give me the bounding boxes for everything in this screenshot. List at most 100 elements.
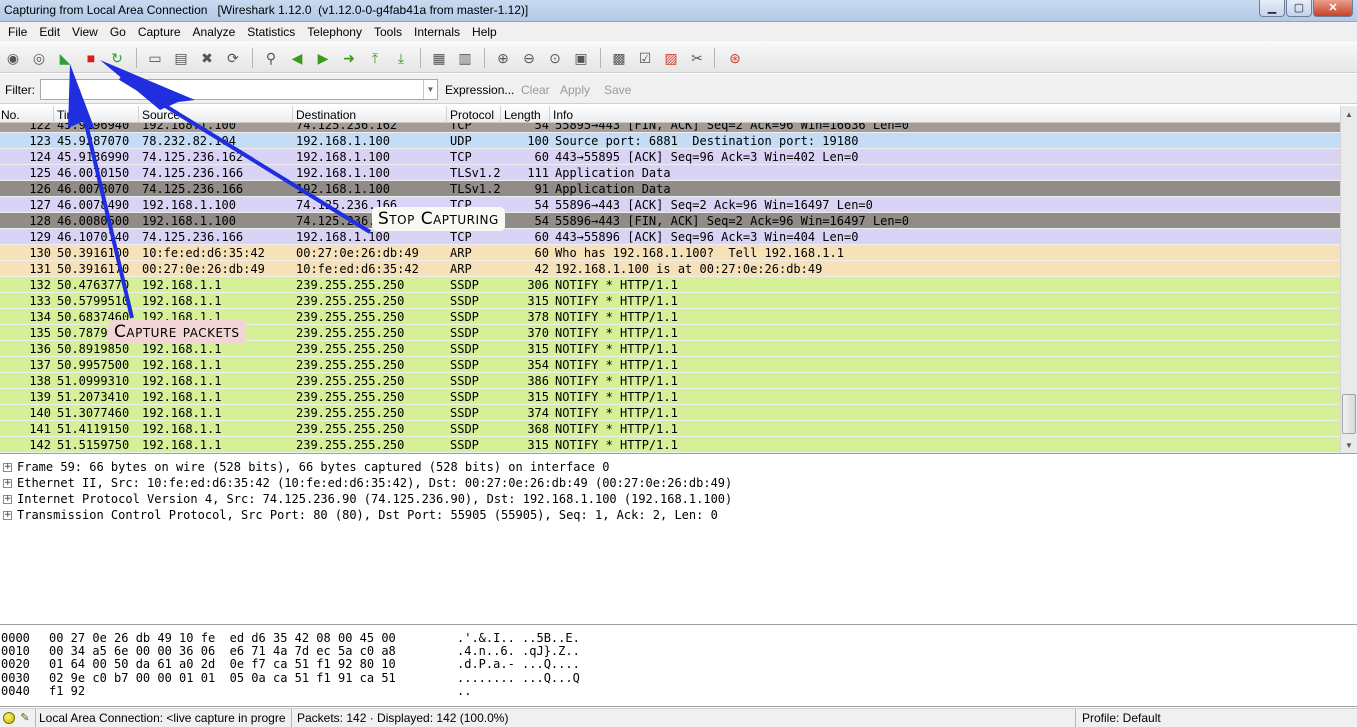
packet-list-scrollbar[interactable]: ▲ ▼ (1340, 106, 1357, 453)
apply-button[interactable]: Apply (560, 83, 590, 97)
packet-row[interactable]: 142 51.5159750 192.168.1.1 239.255.255.250 S… (0, 437, 1340, 453)
resize-columns-icon[interactable]: ▣ (572, 49, 590, 67)
menu-capture[interactable]: Capture (132, 25, 187, 39)
packet-row[interactable]: 132 50.4763770 192.168.1.1 239.255.255.250 S… (0, 277, 1340, 293)
packet-cell-proto: TLSv1.2 (450, 166, 501, 180)
save-filter-button[interactable]: Save (604, 83, 631, 97)
normal-size-icon[interactable]: ⊙ (546, 49, 564, 67)
packet-row[interactable]: 125 46.0070150 74.125.236.166 192.168.1.100… (0, 165, 1340, 181)
packet-cell-no: 124 (29, 150, 51, 164)
coloring-rules-icon[interactable]: ▨ (662, 49, 680, 67)
scroll-up-icon[interactable]: ▲ (1341, 106, 1357, 123)
go-back-icon[interactable]: ◀ (288, 49, 306, 67)
filter-input[interactable]: ▼ (40, 79, 438, 100)
close-window-button[interactable]: ✕ (1313, 0, 1353, 17)
hex-row[interactable]: 0040 f1 92.. (0, 684, 1357, 698)
column-header-info[interactable]: Info (553, 108, 573, 122)
display-filters-icon[interactable]: ☑ (636, 49, 654, 67)
interface-list-icon[interactable]: ◉ (4, 49, 22, 67)
restart-capture-icon[interactable]: ↻ (108, 49, 126, 67)
capture-comment-icon[interactable]: ✎ (18, 712, 32, 725)
filter-dropdown-icon[interactable]: ▼ (423, 80, 437, 99)
go-first-icon[interactable]: ⤒ (366, 49, 384, 67)
packet-row[interactable]: 140 51.3077460 192.168.1.1 239.255.255.250 S… (0, 405, 1340, 421)
hex-row[interactable]: 0020 01 64 00 50 da 61 a0 2d 0e f7 ca 51 … (0, 658, 1357, 671)
minimize-button[interactable]: ▁ (1259, 0, 1285, 17)
detail-tree-item[interactable]: + Internet Protocol Version 4, Src: 74.12… (0, 491, 1357, 507)
packet-row[interactable]: 133 50.5799510 192.168.1.1 239.255.255.250 S… (0, 293, 1340, 309)
menu-view[interactable]: View (66, 25, 104, 39)
capture-filters-icon[interactable]: ▩ (610, 49, 628, 67)
stop-capture-icon[interactable]: ■ (82, 49, 100, 67)
packet-row[interactable]: 141 51.4119150 192.168.1.1 239.255.255.250 S… (0, 421, 1340, 437)
scroll-thumb[interactable] (1342, 394, 1356, 434)
packet-cell-src: 78.232.82.104 (142, 134, 236, 148)
status-profile[interactable]: Profile: Default (1082, 711, 1161, 725)
zoom-out-icon[interactable]: ⊖ (520, 49, 538, 67)
packet-cell-proto: TCP (450, 230, 472, 244)
maximize-button[interactable]: ▢ (1286, 0, 1312, 17)
menu-statistics[interactable]: Statistics (241, 25, 301, 39)
go-to-packet-icon[interactable]: ➜ (340, 49, 358, 67)
expand-icon[interactable]: + (3, 495, 12, 504)
menu-internals[interactable]: Internals (408, 25, 466, 39)
expert-info-icon[interactable] (3, 712, 15, 724)
auto-scroll-icon[interactable]: ▥ (456, 49, 474, 67)
status-interface: Local Area Connection: <live capture in … (39, 711, 286, 725)
packet-cell-proto: SSDP (450, 310, 479, 324)
packet-row[interactable]: 130 50.3916100 10:fe:ed:d6:35:42 00:27:0e:2… (0, 245, 1340, 261)
detail-tree-item[interactable]: + Ethernet II, Src: 10:fe:ed:d6:35:42 (10… (0, 475, 1357, 491)
expand-icon[interactable]: + (3, 463, 12, 472)
packet-row[interactable]: 127 46.0078490 192.168.1.100 74.125.236.166… (0, 197, 1340, 213)
column-header-no[interactable]: No. (1, 108, 20, 122)
go-forward-icon[interactable]: ▶ (314, 49, 332, 67)
packet-row[interactable]: 124 45.9136990 74.125.236.162 192.168.1.100… (0, 149, 1340, 165)
clear-button[interactable]: Clear (521, 83, 550, 97)
packet-row[interactable]: 126 46.0078070 74.125.236.166 192.168.1.100… (0, 181, 1340, 197)
zoom-in-icon[interactable]: ⊕ (494, 49, 512, 67)
expand-icon[interactable]: + (3, 511, 12, 520)
packet-row[interactable]: 131 50.3916170 00:27:0e:26:db:49 10:fe:ed:d… (0, 261, 1340, 277)
hex-row[interactable]: 0030 02 9e c0 b7 00 00 01 01 05 0a ca 51 … (0, 671, 1357, 685)
packet-cell-src: 192.168.1.1 (142, 358, 222, 372)
packet-cell-no: 133 (29, 294, 51, 308)
packet-row[interactable]: 137 50.9957500 192.168.1.1 239.255.255.250 S… (0, 357, 1340, 373)
menu-telephony[interactable]: Telephony (301, 25, 368, 39)
packet-cell-no: 135 (29, 326, 51, 340)
hex-ascii: .d.P.a.- ...Q.... (457, 657, 580, 672)
menu-file[interactable]: File (2, 25, 33, 39)
column-header-source[interactable]: Source (142, 108, 180, 122)
preferences-icon[interactable]: ✂ (688, 49, 706, 67)
close-file-icon[interactable]: ✖ (198, 49, 216, 67)
reload-file-icon[interactable]: ⟳ (224, 49, 242, 67)
column-header-length[interactable]: Length (504, 108, 541, 122)
capture-options-icon[interactable]: ◎ (30, 49, 48, 67)
column-header-protocol[interactable]: Protocol (450, 108, 494, 122)
detail-tree-item[interactable]: + Transmission Control Protocol, Src Port… (0, 507, 1357, 523)
packet-row[interactable]: 138 51.0999310 192.168.1.1 239.255.255.250 S… (0, 373, 1340, 389)
packet-row[interactable]: 139 51.2073410 192.168.1.1 239.255.255.250 S… (0, 389, 1340, 405)
packet-cell-dst: 239.255.255.250 (296, 438, 405, 452)
expand-icon[interactable]: + (3, 479, 12, 488)
packet-list-pane: 122 45.9196940 192.168.1.100 74.125.236.162… (0, 106, 1357, 454)
scroll-down-icon[interactable]: ▼ (1341, 437, 1357, 453)
packet-row[interactable]: 129 46.1070140 74.125.236.166 192.168.1.100… (0, 229, 1340, 245)
open-file-icon[interactable]: ▭ (146, 49, 164, 67)
column-header-destination[interactable]: Destination (296, 108, 356, 122)
menu-tools[interactable]: Tools (368, 25, 408, 39)
start-capture-icon[interactable]: ◣ (56, 49, 74, 67)
go-last-icon[interactable]: ⤓ (392, 49, 410, 67)
detail-tree-item[interactable]: + Frame 59: 66 bytes on wire (528 bits), … (0, 459, 1357, 475)
menu-go[interactable]: Go (104, 25, 132, 39)
menu-help[interactable]: Help (466, 25, 503, 39)
packet-row[interactable]: 123 45.9287070 78.232.82.104 192.168.1.100 U… (0, 133, 1340, 149)
save-file-icon[interactable]: ▤ (172, 49, 190, 67)
column-header-time[interactable]: Time (57, 108, 83, 122)
menu-analyze[interactable]: Analyze (187, 25, 242, 39)
expression-button[interactable]: Expression... (445, 83, 514, 97)
find-packet-icon[interactable]: ⚲ (262, 49, 280, 67)
help-icon[interactable]: ⊛ (726, 49, 744, 67)
packet-row[interactable]: 128 46.0080500 192.168.1.100 74.125.236.166… (0, 213, 1340, 229)
colorize-icon[interactable]: ▦ (430, 49, 448, 67)
menu-edit[interactable]: Edit (33, 25, 66, 39)
